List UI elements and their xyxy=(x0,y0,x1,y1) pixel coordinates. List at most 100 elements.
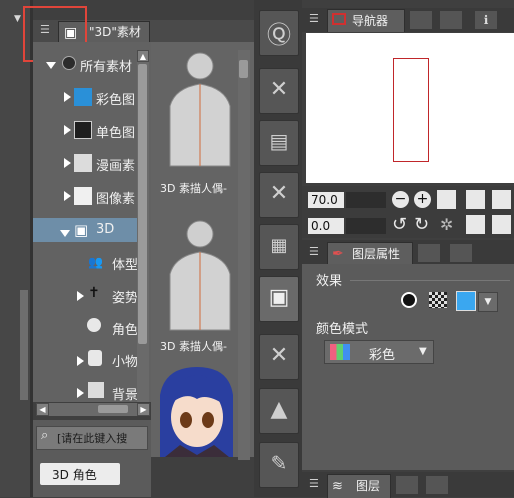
search-icon: ⌕ xyxy=(41,428,49,443)
tree-item-pose[interactable]: 姿势 xyxy=(112,287,138,306)
border-effect-icon[interactable] xyxy=(401,292,417,308)
chevron-down-icon: ▼ xyxy=(419,346,427,357)
navigator-view-frame xyxy=(393,58,429,162)
fit-icon[interactable] xyxy=(437,190,456,209)
tree-vscroll[interactable]: ▲ xyxy=(137,50,149,402)
rotate-left-icon[interactable]: ↺ xyxy=(392,215,411,234)
thumbnail-vscroll-thumb[interactable] xyxy=(239,60,248,78)
subview-tab-icon[interactable] xyxy=(410,11,432,29)
image-folder-button[interactable]: ▤ xyxy=(259,120,299,166)
left-edge-scrollbar[interactable] xyxy=(20,290,28,400)
panel-menu-icon[interactable]: ☰ xyxy=(309,477,319,490)
info-tab-icon[interactable]: ℹ xyxy=(475,11,497,29)
fit-width-icon[interactable] xyxy=(492,190,511,209)
edit-button[interactable]: ✎ xyxy=(259,442,299,488)
tag-chip-label: 3D 角色 xyxy=(52,468,97,482)
thumbnail-caption: 3D 素描人偶- xyxy=(160,340,227,353)
character-icon xyxy=(87,318,101,332)
image-material-button[interactable]: ▲ xyxy=(259,388,299,434)
tree-item-color[interactable]: 彩色图 xyxy=(96,89,135,108)
thumbnail-caption: 3D 素描人偶- xyxy=(160,182,227,195)
collapse-arrow-icon[interactable]: ▼ xyxy=(14,14,21,24)
small-object-icon xyxy=(88,350,102,366)
tree-item-all[interactable]: 所有素材 xyxy=(80,56,132,75)
3d-material-button[interactable]: ▣ xyxy=(259,276,299,322)
panel-menu-icon[interactable]: ☰ xyxy=(309,12,319,25)
rotate-slider[interactable] xyxy=(346,218,386,234)
layer-color-dropdown-icon[interactable]: ▼ xyxy=(478,292,498,312)
tree-item-body-type[interactable]: 体型 xyxy=(112,254,138,273)
pattern-button[interactable]: ✕ xyxy=(259,334,299,380)
tree-hscroll-thumb[interactable] xyxy=(98,405,128,413)
thumbnail-card[interactable] xyxy=(155,212,235,352)
tree-item-manga[interactable]: 漫画素 xyxy=(96,155,135,174)
character-thumbnail[interactable] xyxy=(155,365,237,457)
tree-hscroll[interactable]: ◀ ▶ xyxy=(36,403,150,416)
actual-size-icon[interactable] xyxy=(466,190,485,209)
expand-arrow-icon[interactable] xyxy=(64,158,71,168)
scroll-left-button[interactable]: ◀ xyxy=(36,403,49,416)
scroll-right-button[interactable]: ▶ xyxy=(137,403,150,416)
cube-icon: ▣ xyxy=(74,221,89,239)
color-material-button[interactable]: ✕ xyxy=(259,68,299,114)
tab-navigator[interactable]: 导航器 xyxy=(327,9,405,32)
panel-menu-icon[interactable]: ☰ xyxy=(309,245,319,258)
rotate-field[interactable]: 0.0 xyxy=(308,218,344,234)
zoom-out-icon[interactable]: − xyxy=(392,191,409,208)
zoom-slider[interactable] xyxy=(346,192,386,208)
scroll-up-button[interactable]: ▲ xyxy=(137,50,149,62)
expand-arrow-icon[interactable] xyxy=(77,291,84,301)
tree-vscroll-thumb[interactable] xyxy=(138,64,147,344)
effect-divider xyxy=(350,280,510,281)
collapse-arrow-icon[interactable] xyxy=(60,230,70,237)
zoom-field[interactable]: 70.0 xyxy=(308,192,344,208)
expand-arrow-icon[interactable] xyxy=(64,92,71,102)
tab-layer-property-label: 图层属性 xyxy=(352,247,401,261)
tree-item-mono[interactable]: 单色图 xyxy=(96,122,135,141)
tab-layer[interactable]: ≋ 图层 xyxy=(327,474,391,498)
tone-button[interactable]: ▦ xyxy=(259,224,299,270)
tab-navigator-label: 导航器 xyxy=(352,14,389,28)
reset-rotate-icon[interactable]: ✲ xyxy=(440,215,459,234)
tab-layer-label: 图层 xyxy=(356,479,381,493)
tool-property-tab-icon[interactable] xyxy=(418,244,440,262)
layer-search-tab-icon[interactable] xyxy=(440,11,462,29)
mono-material-button[interactable]: ✕ xyxy=(259,172,299,218)
checker-icon: ▦ xyxy=(270,235,288,256)
search-box[interactable]: ⌕ [请在此键入搜 xyxy=(36,426,148,450)
tone-effect-icon[interactable] xyxy=(429,292,447,308)
rotate-value: 0.0 xyxy=(311,219,331,233)
layer-color-icon[interactable] xyxy=(456,291,476,311)
timeline-tab-icon[interactable] xyxy=(426,476,448,494)
rotate-right-icon[interactable]: ↻ xyxy=(414,215,433,234)
tree-item-small-object[interactable]: 小物 xyxy=(112,351,138,370)
layer-stack-icon: ≋ xyxy=(332,479,343,494)
flip-vertical-icon[interactable] xyxy=(492,215,511,234)
drawing-doll-image xyxy=(169,220,231,331)
folder-icon: ▤ xyxy=(269,129,289,153)
tag-chip[interactable]: 3D 角色 xyxy=(40,463,120,485)
expand-all-icon[interactable] xyxy=(46,62,56,69)
expand-arrow-icon[interactable] xyxy=(64,191,71,201)
expand-arrow-icon[interactable] xyxy=(77,356,84,366)
thumbnail-vscroll[interactable] xyxy=(238,50,250,460)
expand-arrow-icon[interactable] xyxy=(77,388,84,398)
color-mode-select[interactable]: 彩色 ▼ xyxy=(324,340,434,364)
tree-item-3d[interactable]: 3D xyxy=(96,222,114,237)
zoom-in-icon[interactable]: + xyxy=(414,191,431,208)
navigator-preview[interactable] xyxy=(306,33,514,183)
flip-horizontal-icon[interactable] xyxy=(466,215,485,234)
effect-label: 效果 xyxy=(316,274,343,289)
thumbnail-card[interactable] xyxy=(155,46,235,201)
quick-access-button[interactable]: Ⓠ xyxy=(259,10,299,56)
tab-layer-property[interactable]: ✒ 图层属性 xyxy=(327,242,413,265)
search-input[interactable]: [请在此键入搜 xyxy=(57,430,127,446)
tree-item-image[interactable]: 图像素 xyxy=(96,188,135,207)
brush-size-tab-icon[interactable] xyxy=(450,244,472,262)
cube-icon: ▣ xyxy=(268,285,290,310)
tree-item-character[interactable]: 角色 xyxy=(112,319,138,338)
tree-item-background[interactable]: 背景 xyxy=(112,384,138,403)
expand-arrow-icon[interactable] xyxy=(64,125,71,135)
pattern-icon: ✕ xyxy=(269,77,289,102)
animation-tab-icon[interactable] xyxy=(396,476,418,494)
